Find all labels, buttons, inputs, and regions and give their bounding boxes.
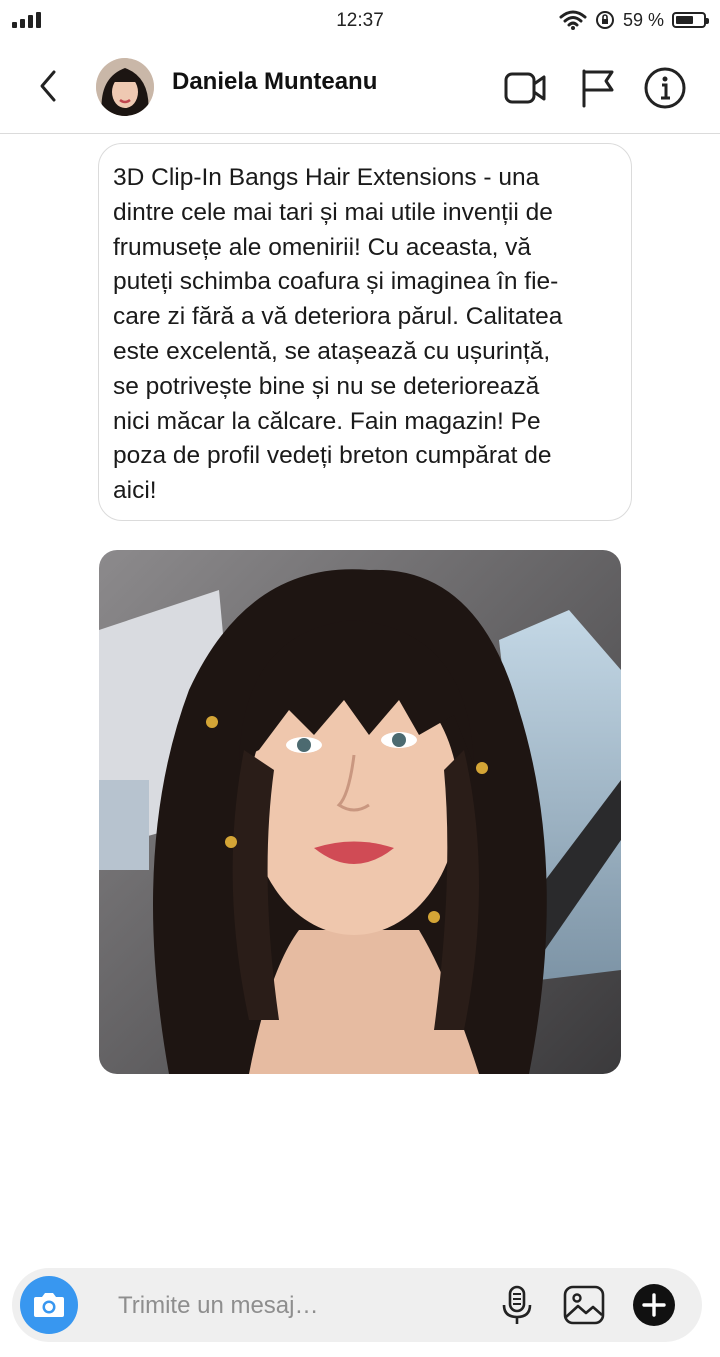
- gallery-icon[interactable]: [562, 1283, 606, 1327]
- video-call-icon[interactable]: [503, 66, 547, 110]
- message-input[interactable]: Trimite un mesaj…: [118, 1292, 318, 1320]
- avatar[interactable]: [96, 58, 154, 116]
- camera-icon: [34, 1293, 64, 1317]
- message-bubble[interactable]: 3D Clip-In Bangs Hair Extensions - una d…: [98, 143, 632, 521]
- wifi-icon: [559, 10, 587, 30]
- photo-message[interactable]: [99, 550, 621, 1074]
- message-line: dintre cele mai tari și mai utile invenț…: [113, 198, 553, 226]
- message-line: frumusețe ale omenirii! Cu aceasta, vă: [113, 233, 532, 261]
- status-right: 59 %: [559, 8, 709, 32]
- battery-percent: 59 %: [622, 9, 664, 30]
- chat-header: Daniela Munteanu: [0, 40, 720, 134]
- message-line: aici!: [113, 477, 157, 505]
- info-icon[interactable]: [643, 66, 687, 110]
- message-line: este excelentă, se atașează cu ușurință,: [113, 337, 551, 365]
- battery-icon: [672, 12, 709, 28]
- message-line: puteți schimba coafura și imaginea în fi…: [113, 268, 559, 296]
- camera-button[interactable]: [20, 1276, 78, 1334]
- message-line: se potrivește bine și nu se deteriorează: [113, 372, 540, 400]
- message-line: care zi fără a vă deteriora părul. Calit…: [113, 303, 563, 331]
- back-chevron-icon[interactable]: [30, 66, 66, 106]
- contact-name[interactable]: Daniela Munteanu: [172, 68, 377, 96]
- microphone-icon[interactable]: [495, 1283, 539, 1327]
- plus-icon[interactable]: [632, 1283, 676, 1327]
- message-composer: Trimite un mesaj…: [12, 1268, 702, 1342]
- message-line: nici măcar la călcare. Fain magazin! Pe: [113, 407, 541, 435]
- orientation-lock-icon: [595, 11, 614, 29]
- message-line: 3D Clip-In Bangs Hair Extensions - una: [113, 164, 540, 191]
- message-line: poza de profil vedeți breton cumpărat de: [113, 442, 552, 470]
- flag-icon[interactable]: [575, 66, 619, 110]
- status-bar: 12:37 59 %: [0, 0, 720, 40]
